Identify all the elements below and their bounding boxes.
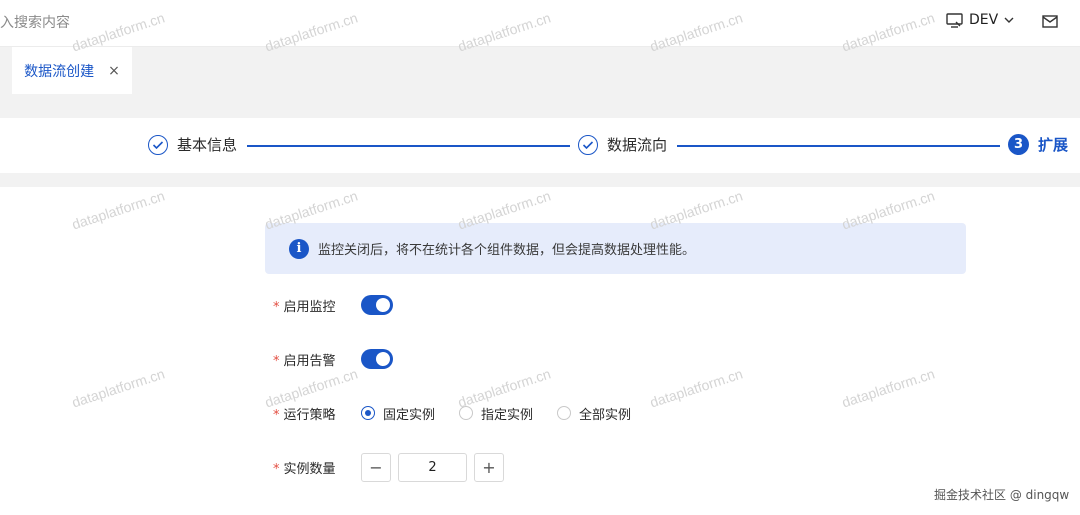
monitor-toggle[interactable]	[361, 295, 393, 315]
step-connector	[677, 145, 1000, 147]
increment-button[interactable]: +	[474, 452, 504, 482]
form-row-alarm: * 启用告警	[265, 344, 393, 374]
step-dataflow: 数据流向	[578, 134, 667, 155]
chevron-down-icon	[1004, 17, 1014, 23]
radio-label: 固定实例	[383, 407, 436, 423]
radio-label: 指定实例	[481, 407, 534, 423]
decrement-button[interactable]: −	[361, 452, 391, 482]
radio-dot	[459, 406, 474, 420]
env-switcher[interactable]: DEV	[946, 12, 1014, 28]
tab-label: 数据流创建	[24, 63, 95, 80]
label-text: 实例数量	[283, 461, 336, 477]
form-row-strategy: * 运行策略 固定实例 指定实例 全部实例	[265, 398, 655, 428]
radio-label: 全部实例	[579, 407, 632, 423]
watermark: dataplatform.cn	[69, 187, 167, 233]
label-text: 运行策略	[283, 407, 336, 423]
step-label: 数据流向	[607, 136, 668, 154]
radio-fixed-instance[interactable]: 固定实例	[361, 404, 435, 423]
field-label: * 运行策略	[265, 404, 361, 423]
watermark: dataplatform.cn	[69, 365, 167, 411]
field-label: * 启用监控	[265, 296, 361, 315]
radio-all-instances[interactable]: 全部实例	[557, 404, 631, 423]
instance-count-stepper: − 2 +	[361, 452, 504, 482]
step-number: 3	[1008, 134, 1029, 155]
close-icon[interactable]: ×	[108, 63, 120, 79]
step-basic-info: 基本信息	[148, 134, 237, 155]
step-connector	[247, 145, 570, 147]
form-row-monitor: * 启用监控	[265, 290, 393, 320]
watermark: dataplatform.cn	[839, 365, 937, 411]
monitor-icon	[946, 12, 963, 28]
required-mark: *	[273, 353, 280, 369]
spacer	[0, 173, 1080, 187]
mail-icon	[1042, 15, 1058, 28]
instance-count-input[interactable]: 2	[398, 452, 467, 482]
info-icon: i	[289, 238, 309, 259]
mail-button[interactable]	[1042, 13, 1058, 32]
form-row-instances: * 实例数量 − 2 +	[265, 452, 504, 482]
check-circle-icon	[148, 134, 168, 155]
step-label: 基本信息	[177, 136, 238, 154]
toggle-knob	[376, 352, 390, 366]
required-mark: *	[273, 461, 280, 477]
top-header: 入搜索内容 DEV	[0, 0, 1080, 47]
field-label: * 启用告警	[265, 350, 361, 369]
label-text: 启用告警	[283, 353, 336, 369]
field-label: * 实例数量	[265, 458, 361, 477]
toggle-knob	[376, 298, 390, 312]
watermark: dataplatform.cn	[647, 365, 745, 411]
check-circle-icon	[578, 134, 598, 155]
radio-specified-instance[interactable]: 指定实例	[459, 404, 533, 423]
spacer	[0, 94, 1080, 118]
tab-strip: 数据流创建 ×	[0, 47, 1080, 94]
env-label: DEV	[969, 12, 999, 28]
step-extension: 3 扩展	[1008, 134, 1068, 155]
required-mark: *	[273, 299, 280, 315]
radio-dot	[361, 406, 375, 420]
step-label: 扩展	[1038, 136, 1069, 154]
search-input[interactable]: 入搜索内容	[0, 12, 70, 32]
info-alert: i 监控关闭后，将不在统计各个组件数据，但会提高数据处理性能。	[265, 223, 966, 274]
label-text: 启用监控	[283, 299, 336, 315]
required-mark: *	[273, 407, 280, 423]
alert-text: 监控关闭后，将不在统计各个组件数据，但会提高数据处理性能。	[318, 243, 696, 258]
credit-text: 掘金技术社区 @ dingqw	[934, 488, 1070, 502]
tab-dataflow-create[interactable]: 数据流创建 ×	[12, 47, 132, 94]
radio-dot	[557, 406, 572, 420]
alarm-toggle[interactable]	[361, 349, 393, 369]
